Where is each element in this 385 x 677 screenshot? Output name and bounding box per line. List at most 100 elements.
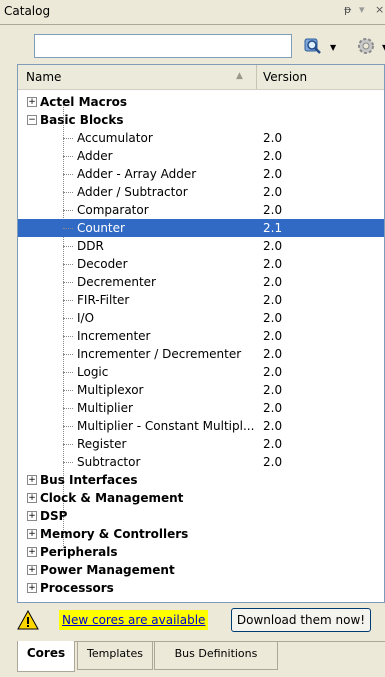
category-label: Clock & Management: [40, 491, 184, 505]
item-name: Adder - Array Adder: [77, 167, 197, 181]
item-version: 2.0: [263, 257, 283, 271]
expand-icon[interactable]: +: [27, 511, 37, 521]
category-row[interactable]: + Memory & Controllers: [18, 525, 384, 543]
tree-branch-line: [63, 192, 73, 193]
item-name: Decrementer: [77, 275, 156, 289]
item-name: Multiplier - Constant Multipl...: [77, 419, 255, 433]
category-row[interactable]: − Basic Blocks: [18, 111, 384, 129]
item-name: FIR-Filter: [77, 293, 130, 307]
window-menu-icon[interactable]: ▾: [359, 3, 365, 16]
item-name: Adder / Subtractor: [77, 185, 188, 199]
expand-icon[interactable]: +: [27, 97, 37, 107]
column-header-version[interactable]: Version: [257, 65, 384, 89]
tree-branch-line: [63, 138, 73, 139]
list-item[interactable]: Multiplier 2.0: [18, 399, 384, 417]
tab-cores[interactable]: Cores: [17, 641, 75, 672]
list-item[interactable]: Adder 2.0: [18, 147, 384, 165]
item-version: 2.0: [263, 329, 283, 343]
category-label: Bus Interfaces: [40, 473, 138, 487]
item-name: Multiplier: [77, 401, 133, 415]
item-version: 2.0: [263, 293, 283, 307]
column-headers: Name ▲ Version: [18, 65, 384, 90]
category-row[interactable]: + Peripherals: [18, 543, 384, 561]
column-header-name[interactable]: Name ▲: [18, 65, 257, 89]
tree-branch-line: [63, 156, 73, 157]
category-row[interactable]: + Clock & Management: [18, 489, 384, 507]
item-version: 2.0: [263, 455, 283, 469]
item-version: 2.0: [263, 185, 283, 199]
expand-icon[interactable]: +: [27, 565, 37, 575]
expand-icon[interactable]: +: [27, 475, 37, 485]
tree-branch-line: [63, 300, 73, 301]
item-name: Register: [77, 437, 127, 451]
list-item[interactable]: Incrementer / Decrementer 2.0: [18, 345, 384, 363]
list-item[interactable]: Comparator 2.0: [18, 201, 384, 219]
list-item[interactable]: Adder / Subtractor 2.0: [18, 183, 384, 201]
category-row[interactable]: + Bus Interfaces: [18, 471, 384, 489]
pin-icon[interactable]: ᵽ: [344, 3, 351, 16]
item-name: Logic: [77, 365, 109, 379]
search-input[interactable]: [34, 34, 292, 58]
tab-templates[interactable]: Templates: [77, 642, 153, 670]
category-label: Basic Blocks: [40, 113, 124, 127]
list-item-selected[interactable]: Counter 2.1: [18, 219, 384, 237]
item-name: Decoder: [77, 257, 128, 271]
list-item[interactable]: Decrementer 2.0: [18, 273, 384, 291]
item-version: 2.0: [263, 365, 283, 379]
list-item[interactable]: FIR-Filter 2.0: [18, 291, 384, 309]
list-item[interactable]: Logic 2.0: [18, 363, 384, 381]
item-name: I/O: [77, 311, 95, 325]
list-item[interactable]: Multiplexor 2.0: [18, 381, 384, 399]
tree-branch-line: [63, 210, 73, 211]
list-item[interactable]: Accumulator 2.0: [18, 129, 384, 147]
search-button[interactable]: ▼: [300, 34, 344, 58]
title-bar: Catalog ᵽ ▾ ×: [0, 0, 385, 25]
tree-branch-line: [63, 462, 73, 463]
search-icon: [304, 38, 321, 54]
collapse-icon[interactable]: −: [27, 115, 37, 125]
list-item[interactable]: Subtractor 2.0: [18, 453, 384, 471]
tree-branch-line: [63, 282, 73, 283]
download-button[interactable]: Download them now!: [231, 608, 371, 632]
category-label: DSP: [40, 509, 68, 523]
tab-bus-definitions[interactable]: Bus Definitions: [154, 642, 278, 670]
category-row[interactable]: + Power Management: [18, 561, 384, 579]
category-row[interactable]: + DSP: [18, 507, 384, 525]
item-version: 2.0: [263, 203, 283, 217]
item-version: 2.0: [263, 275, 283, 289]
item-version: 2.1: [263, 221, 283, 235]
window-title: Catalog: [4, 4, 51, 18]
list-item[interactable]: Adder - Array Adder 2.0: [18, 165, 384, 183]
gear-icon: [358, 38, 374, 54]
category-label: Memory & Controllers: [40, 527, 189, 541]
close-icon[interactable]: ×: [375, 3, 384, 16]
list-item[interactable]: Multiplier - Constant Multipl... 2.0: [18, 417, 384, 435]
item-version: 2.0: [263, 437, 283, 451]
item-version: 2.0: [263, 167, 283, 181]
list-item[interactable]: Decoder 2.0: [18, 255, 384, 273]
tree-branch-line: [63, 372, 73, 373]
warning-icon: [17, 610, 39, 630]
category-row[interactable]: + Processors: [18, 579, 384, 597]
new-cores-link[interactable]: New cores are available: [59, 610, 209, 630]
item-name: Counter: [77, 221, 125, 235]
tree-branch-line: [63, 228, 73, 229]
item-version: 2.0: [263, 239, 283, 253]
list-item[interactable]: DDR 2.0: [18, 237, 384, 255]
expand-icon[interactable]: +: [27, 583, 37, 593]
bottom-tabs: Cores Templates Bus Definitions: [17, 641, 385, 677]
catalog-tree: Name ▲ Version + Actel Macros − Basic Bl…: [17, 64, 385, 603]
expand-icon[interactable]: +: [27, 547, 37, 557]
list-item[interactable]: Register 2.0: [18, 435, 384, 453]
expand-icon[interactable]: +: [27, 493, 37, 503]
category-row[interactable]: + Actel Macros: [18, 93, 384, 111]
chevron-down-icon: ▼: [330, 43, 337, 52]
expand-icon[interactable]: +: [27, 529, 37, 539]
list-item[interactable]: I/O 2.0: [18, 309, 384, 327]
item-name: Accumulator: [77, 131, 153, 145]
sort-ascending-icon: ▲: [236, 71, 243, 81]
list-item[interactable]: Incrementer 2.0: [18, 327, 384, 345]
options-button[interactable]: ▼: [354, 34, 385, 58]
column-header-name-label: Name: [26, 70, 62, 84]
tree-branch-line: [63, 318, 73, 319]
